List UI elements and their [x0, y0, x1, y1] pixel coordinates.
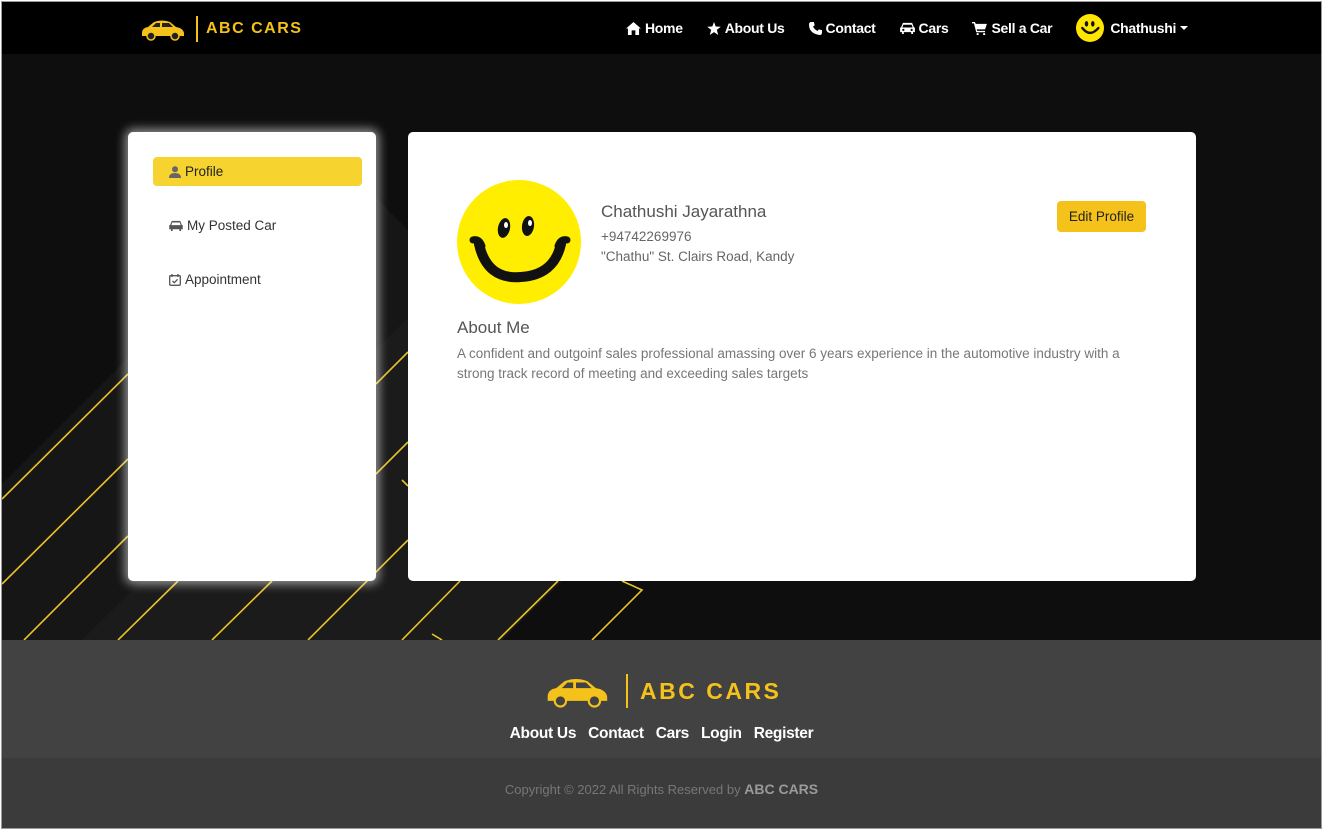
- copyright: Copyright © 2022 All Rights Reserved by …: [2, 781, 1321, 797]
- car-icon: [899, 22, 915, 34]
- user-menu[interactable]: Chathushi: [1076, 14, 1189, 42]
- nav-about-label: About Us: [724, 20, 785, 36]
- sidebar-item-appointment[interactable]: Appointment: [153, 265, 362, 294]
- cart-icon: [972, 21, 988, 35]
- sidebar-item-profile[interactable]: Profile: [153, 157, 362, 186]
- footer-link-contact[interactable]: Contact: [588, 725, 644, 743]
- nav-links: Home About Us Contact Cars Sell a Car Ch…: [626, 2, 1189, 54]
- nav-sell-label: Sell a Car: [991, 20, 1053, 36]
- user-name: Chathushi: [1110, 20, 1177, 36]
- brand-divider: [626, 674, 628, 708]
- sidebar-item-label: Profile: [185, 164, 224, 179]
- nav-cars[interactable]: Cars: [899, 20, 949, 36]
- nav-about[interactable]: About Us: [706, 20, 785, 36]
- navbar: ABC CARS Home About Us Contact Cars Sell: [2, 2, 1321, 54]
- nav-contact-label: Contact: [825, 20, 876, 36]
- copyright-text: Copyright © 2022 All Rights Reserved by: [504, 782, 745, 797]
- footer-link-about[interactable]: About Us: [510, 725, 577, 743]
- footer-link-register[interactable]: Register: [754, 725, 814, 743]
- nav-home-label: Home: [645, 20, 683, 36]
- sidebar-item-label: Appointment: [185, 272, 261, 287]
- car-logo-icon: [547, 678, 608, 708]
- avatar: [1076, 14, 1105, 42]
- car-icon: [169, 220, 183, 231]
- footer-links: About Us Contact Cars Login Register: [2, 725, 1321, 743]
- footer-brand-name: ABC CARS: [640, 677, 782, 704]
- profile-address: "Chathu" St. Clairs Road, Kandy: [601, 249, 795, 264]
- brand[interactable]: ABC CARS: [138, 16, 302, 42]
- profile-name: Chathushi Jayarathna: [601, 202, 767, 221]
- footer-link-cars[interactable]: Cars: [656, 725, 690, 743]
- footer-brand[interactable]: ABC CARS: [540, 674, 781, 708]
- car-logo-icon: [142, 20, 184, 41]
- user-icon: [169, 165, 181, 178]
- nav-sell[interactable]: Sell a Car: [972, 20, 1053, 36]
- app-frame: ABC CARS Home About Us Contact Cars Sell: [1, 1, 1322, 829]
- nav-cars-label: Cars: [918, 20, 949, 36]
- home-icon: [626, 21, 641, 35]
- brand-divider: [196, 16, 198, 42]
- phone-icon: [808, 21, 822, 35]
- profile-phone: +94742269976: [601, 229, 692, 244]
- chevron-down-icon: [1180, 26, 1189, 30]
- copyright-brand: ABC CARS: [744, 781, 819, 797]
- nav-contact[interactable]: Contact: [808, 20, 876, 36]
- edit-profile-button[interactable]: Edit Profile: [1057, 201, 1146, 232]
- brand-name: ABC CARS: [206, 20, 303, 37]
- profile-card: Chathushi Jayarathna +94742269976 "Chath…: [408, 132, 1196, 581]
- star-icon: [706, 21, 721, 35]
- sidebar-item-label: My Posted Car: [187, 218, 277, 233]
- profile-avatar: [457, 180, 581, 304]
- about-text: A confident and outgoinf sales professio…: [457, 346, 1120, 381]
- footer-link-login[interactable]: Login: [701, 725, 742, 743]
- about-heading: About Me: [457, 318, 530, 337]
- nav-home[interactable]: Home: [626, 20, 683, 36]
- calendar-check-icon: [169, 273, 181, 286]
- sidebar-item-posted-car[interactable]: My Posted Car: [153, 211, 362, 240]
- sidebar: Profile My Posted Car Appointment: [128, 132, 376, 581]
